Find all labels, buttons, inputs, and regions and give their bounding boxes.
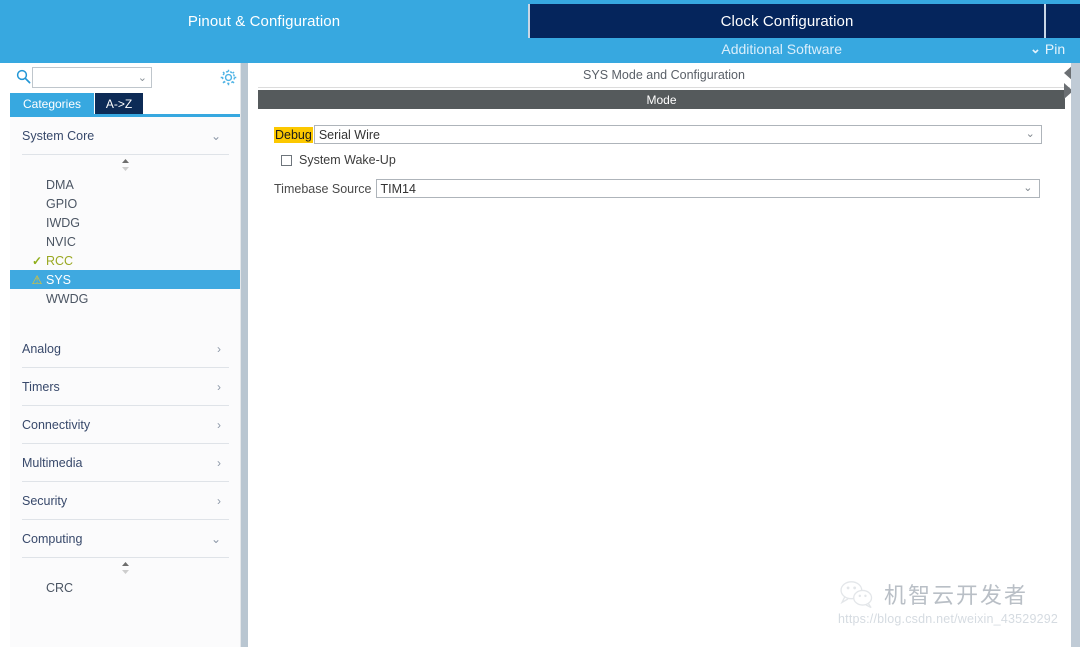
sidebar-item-nvic-label: NVIC [46, 234, 76, 249]
debug-dropdown-value: Serial Wire [318, 127, 380, 142]
sidebar-group-computing-label: Computing [22, 531, 83, 546]
sidebar-item-crc[interactable]: CRC [10, 578, 240, 597]
sidebar-group-analog-label: Analog [22, 341, 61, 356]
field-debug: Debug Serial Wire ⌄ [274, 125, 1042, 144]
main-scrollbar[interactable] [1071, 63, 1080, 647]
sidebar-item-wwdg-label: WWDG [46, 291, 89, 306]
page-title: SYS Mode and Configuration [258, 63, 1070, 88]
sidebar-group-connectivity-label: Connectivity [22, 417, 91, 432]
sidebar-item-gpio[interactable]: GPIO [10, 194, 240, 213]
sidebar-group-system-core[interactable]: System Core ⌄ [22, 117, 229, 155]
sidebar-group-timers-label: Timers [22, 379, 60, 394]
secondary-toolbar: Additional Software ⌄ Pin [0, 38, 1080, 63]
warning-triangle-icon: ⚠ [31, 272, 43, 287]
sidebar-group-security-label: Security [22, 493, 68, 508]
field-timebase-source: Timebase Source TIM14 ⌄ [274, 179, 1040, 198]
sidebar-item-iwdg[interactable]: IWDG [10, 213, 240, 232]
timebase-source-value: TIM14 [380, 181, 416, 196]
sidebar-item-iwdg-label: IWDG [46, 215, 81, 230]
field-timebase-source-label: Timebase Source [274, 181, 372, 196]
tab-a-to-z[interactable]: A->Z [95, 93, 143, 114]
chevron-right-icon: › [217, 455, 221, 470]
timebase-source-dropdown[interactable]: TIM14 ⌄ [375, 179, 1040, 198]
tab-categories-label: Categories [22, 96, 82, 111]
search-combobox[interactable]: ⌄ [32, 67, 152, 88]
chevron-down-icon: ⌄ [1030, 41, 1041, 56]
sidebar-mode-tabs: Categories A->Z [10, 93, 240, 114]
chevron-right-icon: › [217, 417, 221, 432]
debug-dropdown[interactable]: Serial Wire ⌄ [313, 125, 1042, 144]
chevron-down-icon[interactable]: ⌄ [138, 71, 147, 84]
sidebar-item-sys-label: SYS [46, 272, 72, 287]
tab-a-to-z-label: A->Z [105, 96, 133, 111]
sidebar-scrollbar[interactable] [241, 63, 248, 647]
checkmark-icon: ✓ [31, 253, 43, 268]
sidebar-item-sys[interactable]: ⚠ SYS [10, 270, 240, 289]
sort-handle-computing[interactable] [10, 558, 240, 578]
chevron-down-icon: ⌄ [210, 128, 221, 143]
field-debug-label: Debug [274, 126, 313, 143]
search-icon [16, 69, 31, 84]
sidebar-group-multimedia-label: Multimedia [22, 455, 83, 470]
sidebar-item-wwdg[interactable]: WWDG [10, 289, 240, 308]
sidebar-group-connectivity[interactable]: Connectivity › [22, 406, 229, 444]
sidebar-search-row: ⌄ [0, 63, 240, 93]
sidebar-group-analog[interactable]: Analog › [22, 330, 229, 368]
sidebar-group-system-core-label: System Core [22, 128, 95, 143]
sidebar-group-multimedia[interactable]: Multimedia › [22, 444, 229, 482]
category-list[interactable]: System Core ⌄ DMA GPIO IWDG NVIC ✓ RCC ⚠… [10, 117, 240, 647]
field-system-wakeup[interactable]: System Wake-Up [281, 153, 396, 167]
chevron-down-icon: ⌄ [210, 531, 221, 546]
chevron-right-icon: › [217, 493, 221, 508]
search-input[interactable] [37, 70, 136, 85]
chevron-down-icon: ⌄ [1025, 128, 1035, 140]
pinout-menu[interactable]: ⌄ Pin [1030, 41, 1065, 57]
tab-pinout-configuration-label: Pinout & Configuration [187, 12, 341, 30]
tab-categories[interactable]: Categories [10, 93, 94, 114]
chevron-down-icon: ⌄ [1023, 182, 1033, 194]
system-wakeup-label: System Wake-Up [299, 153, 396, 167]
sort-arrows-icon [121, 158, 130, 172]
section-header-mode-label: Mode [646, 92, 677, 107]
section-header-mode: Mode [258, 90, 1065, 109]
tab-pinout-configuration[interactable]: Pinout & Configuration [0, 4, 528, 38]
gear-icon[interactable] [219, 68, 238, 87]
sidebar-item-rcc[interactable]: ✓ RCC [10, 251, 240, 270]
sidebar: ⌄ Categories A->Z System Core ⌄ DMA GPIO… [0, 63, 241, 647]
sidebar-item-crc-label: CRC [46, 580, 74, 595]
stm32cubemx-window: Pinout & Configuration Clock Configurati… [0, 0, 1080, 647]
sidebar-item-gpio-label: GPIO [46, 196, 78, 211]
sidebar-item-dma[interactable]: DMA [10, 175, 240, 194]
chevron-right-icon: › [217, 379, 221, 394]
tab-clock-configuration[interactable]: Clock Configuration [528, 4, 1044, 38]
top-tab-bar: Pinout & Configuration Clock Configurati… [0, 0, 1080, 38]
sidebar-group-computing[interactable]: Computing ⌄ [22, 520, 229, 558]
sidebar-item-rcc-label: RCC [46, 253, 74, 268]
additional-software-label: Additional Software [721, 41, 842, 57]
tab-overflow[interactable] [1044, 4, 1080, 38]
sidebar-item-nvic[interactable]: NVIC [10, 232, 240, 251]
sidebar-group-timers[interactable]: Timers › [22, 368, 229, 406]
pinout-menu-label: Pin [1044, 41, 1066, 57]
sidebar-group-security[interactable]: Security › [22, 482, 229, 520]
sort-handle-system-core[interactable] [10, 155, 240, 175]
tab-clock-configuration-label: Clock Configuration [720, 12, 854, 30]
additional-software-link[interactable]: Additional Software [721, 41, 842, 57]
system-wakeup-checkbox[interactable] [281, 154, 292, 166]
chevron-right-icon: › [217, 341, 221, 356]
page-title-text: SYS Mode and Configuration [583, 68, 745, 82]
mode-form: Debug Serial Wire ⌄ System Wake-Up Timeb… [248, 115, 1080, 647]
sort-arrows-icon [121, 561, 130, 575]
sidebar-item-dma-label: DMA [46, 177, 74, 192]
main-panel: SYS Mode and Configuration Mode Debug Se… [248, 63, 1080, 647]
